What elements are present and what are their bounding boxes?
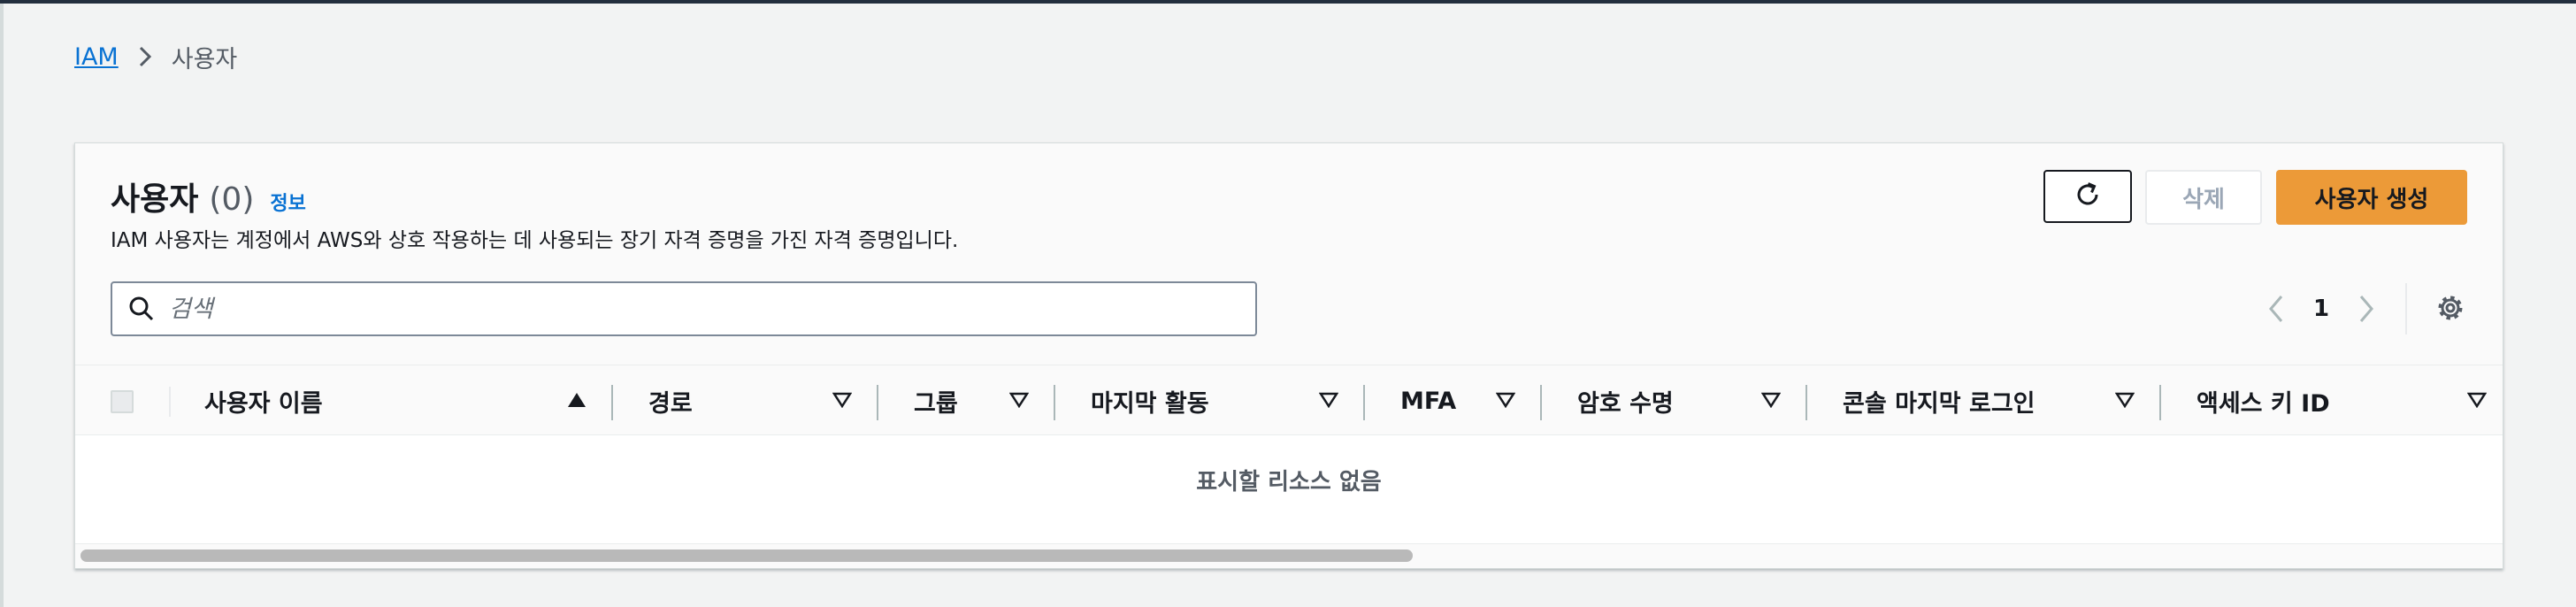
column-header-path[interactable]: 경로 (648, 365, 693, 436)
breadcrumb-current: 사용자 (171, 45, 238, 73)
breadcrumb: IAM 사용자 (74, 39, 237, 74)
sort-icon[interactable] (2115, 392, 2135, 408)
table-header: 사용자 이름 경로 그룹 마지막 활동 MFA 암호 수명 콘솔 마지막 로그인… (75, 365, 2503, 435)
settings-gear-icon[interactable] (2434, 292, 2466, 324)
left-edge (0, 4, 4, 607)
sort-icon[interactable] (1319, 392, 1338, 408)
column-divider[interactable] (2159, 385, 2161, 420)
column-label: 경로 (648, 389, 693, 418)
column-header-mfa[interactable]: MFA (1400, 365, 1456, 436)
sort-icon[interactable] (1496, 392, 1515, 408)
column-label: 액세스 키 ID (2196, 389, 2330, 418)
sort-icon[interactable] (1761, 392, 1781, 408)
sort-icon[interactable] (2467, 392, 2487, 408)
search-icon (128, 296, 155, 322)
user-count: (0) (209, 181, 255, 218)
column-divider[interactable] (1806, 385, 1807, 420)
column-header-password-age[interactable]: 암호 수명 (1577, 365, 1674, 436)
search-field[interactable] (111, 281, 1257, 336)
column-label: 사용자 이름 (204, 389, 323, 418)
column-label: 콘솔 마지막 로그인 (1843, 389, 2036, 418)
column-header-access-key-id[interactable]: 액세스 키 ID (2196, 365, 2330, 436)
column-label: 암호 수명 (1577, 389, 1674, 418)
column-header-username[interactable]: 사용자 이름 (204, 365, 323, 436)
panel-header: 사용자 (0) 정보 IAM 사용자는 계정에서 AWS와 상호 작용하는 데 … (75, 143, 2503, 365)
column-label: MFA (1400, 387, 1457, 415)
delete-button[interactable]: 삭제 (2145, 170, 2262, 225)
refresh-button[interactable] (2043, 170, 2132, 223)
select-all-checkbox[interactable] (111, 390, 134, 413)
column-header-console-last-signin[interactable]: 콘솔 마지막 로그인 (1843, 365, 2036, 436)
current-page[interactable]: 1 (2313, 296, 2329, 322)
column-divider (169, 387, 171, 417)
column-label: 마지막 활동 (1091, 389, 1209, 418)
column-divider[interactable] (1363, 385, 1365, 420)
chevron-right-icon[interactable] (2358, 294, 2375, 324)
column-header-groups[interactable]: 그룹 (914, 365, 958, 436)
panel-description: IAM 사용자는 계정에서 AWS와 상호 작용하는 데 사용되는 장기 자격 … (111, 229, 959, 252)
breadcrumb-iam-link[interactable]: IAM (74, 43, 119, 71)
column-divider[interactable] (877, 385, 878, 420)
column-header-last-activity[interactable]: 마지막 활동 (1091, 365, 1209, 436)
create-user-button[interactable]: 사용자 생성 (2276, 170, 2467, 225)
column-divider[interactable] (611, 385, 613, 420)
sort-icon[interactable] (1009, 392, 1029, 408)
top-navigation-bar (0, 0, 2576, 4)
empty-state-row: 표시할 리소스 없음 (75, 435, 2503, 524)
users-panel: 사용자 (0) 정보 IAM 사용자는 계정에서 AWS와 상호 작용하는 데 … (74, 142, 2503, 569)
horizontal-scrollbar-thumb[interactable] (80, 549, 1413, 562)
column-divider[interactable] (1054, 385, 1055, 420)
info-link[interactable]: 정보 (270, 188, 305, 216)
chevron-right-icon (138, 45, 152, 68)
sort-ascending-icon[interactable] (567, 392, 586, 408)
title-text: 사용자 (111, 181, 199, 218)
search-input[interactable] (167, 294, 1215, 324)
empty-state-message: 표시할 리소스 없음 (1196, 468, 1382, 496)
page-title: 사용자 (0) 정보 (111, 173, 306, 219)
pagination-divider (2405, 283, 2407, 334)
refresh-icon (2073, 180, 2103, 213)
pagination: 1 (2267, 281, 2375, 336)
column-label: 그룹 (914, 389, 958, 418)
sort-icon[interactable] (832, 392, 852, 408)
chevron-left-icon[interactable] (2267, 294, 2285, 324)
column-divider[interactable] (1540, 385, 1542, 420)
